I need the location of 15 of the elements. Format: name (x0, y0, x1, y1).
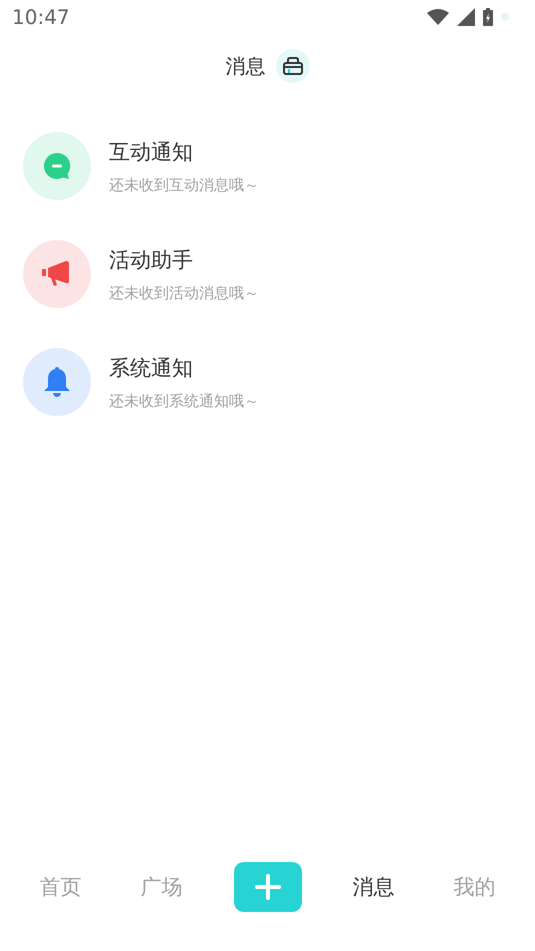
wifi-icon (427, 9, 449, 25)
notification-subtitle: 还未收到系统通知哦～ (109, 392, 259, 410)
page-title: 消息 (226, 52, 266, 80)
notification-subtitle: 还未收到互动消息哦～ (109, 176, 259, 194)
notification-title[interactable]: 互动通知 (109, 138, 193, 166)
notification-dot-icon (501, 13, 509, 21)
battery-icon (483, 8, 493, 26)
basket-icon[interactable] (276, 49, 310, 83)
signal-icon (457, 8, 475, 26)
notification-title[interactable]: 活动助手 (109, 246, 193, 274)
status-time: 10:47 (12, 5, 70, 29)
notification-subtitle: 还未收到活动消息哦～ (109, 284, 259, 302)
plus-icon (254, 874, 280, 900)
nav-tab[interactable]: 消息 (344, 869, 402, 905)
notification-title[interactable]: 系统通知 (109, 354, 193, 382)
